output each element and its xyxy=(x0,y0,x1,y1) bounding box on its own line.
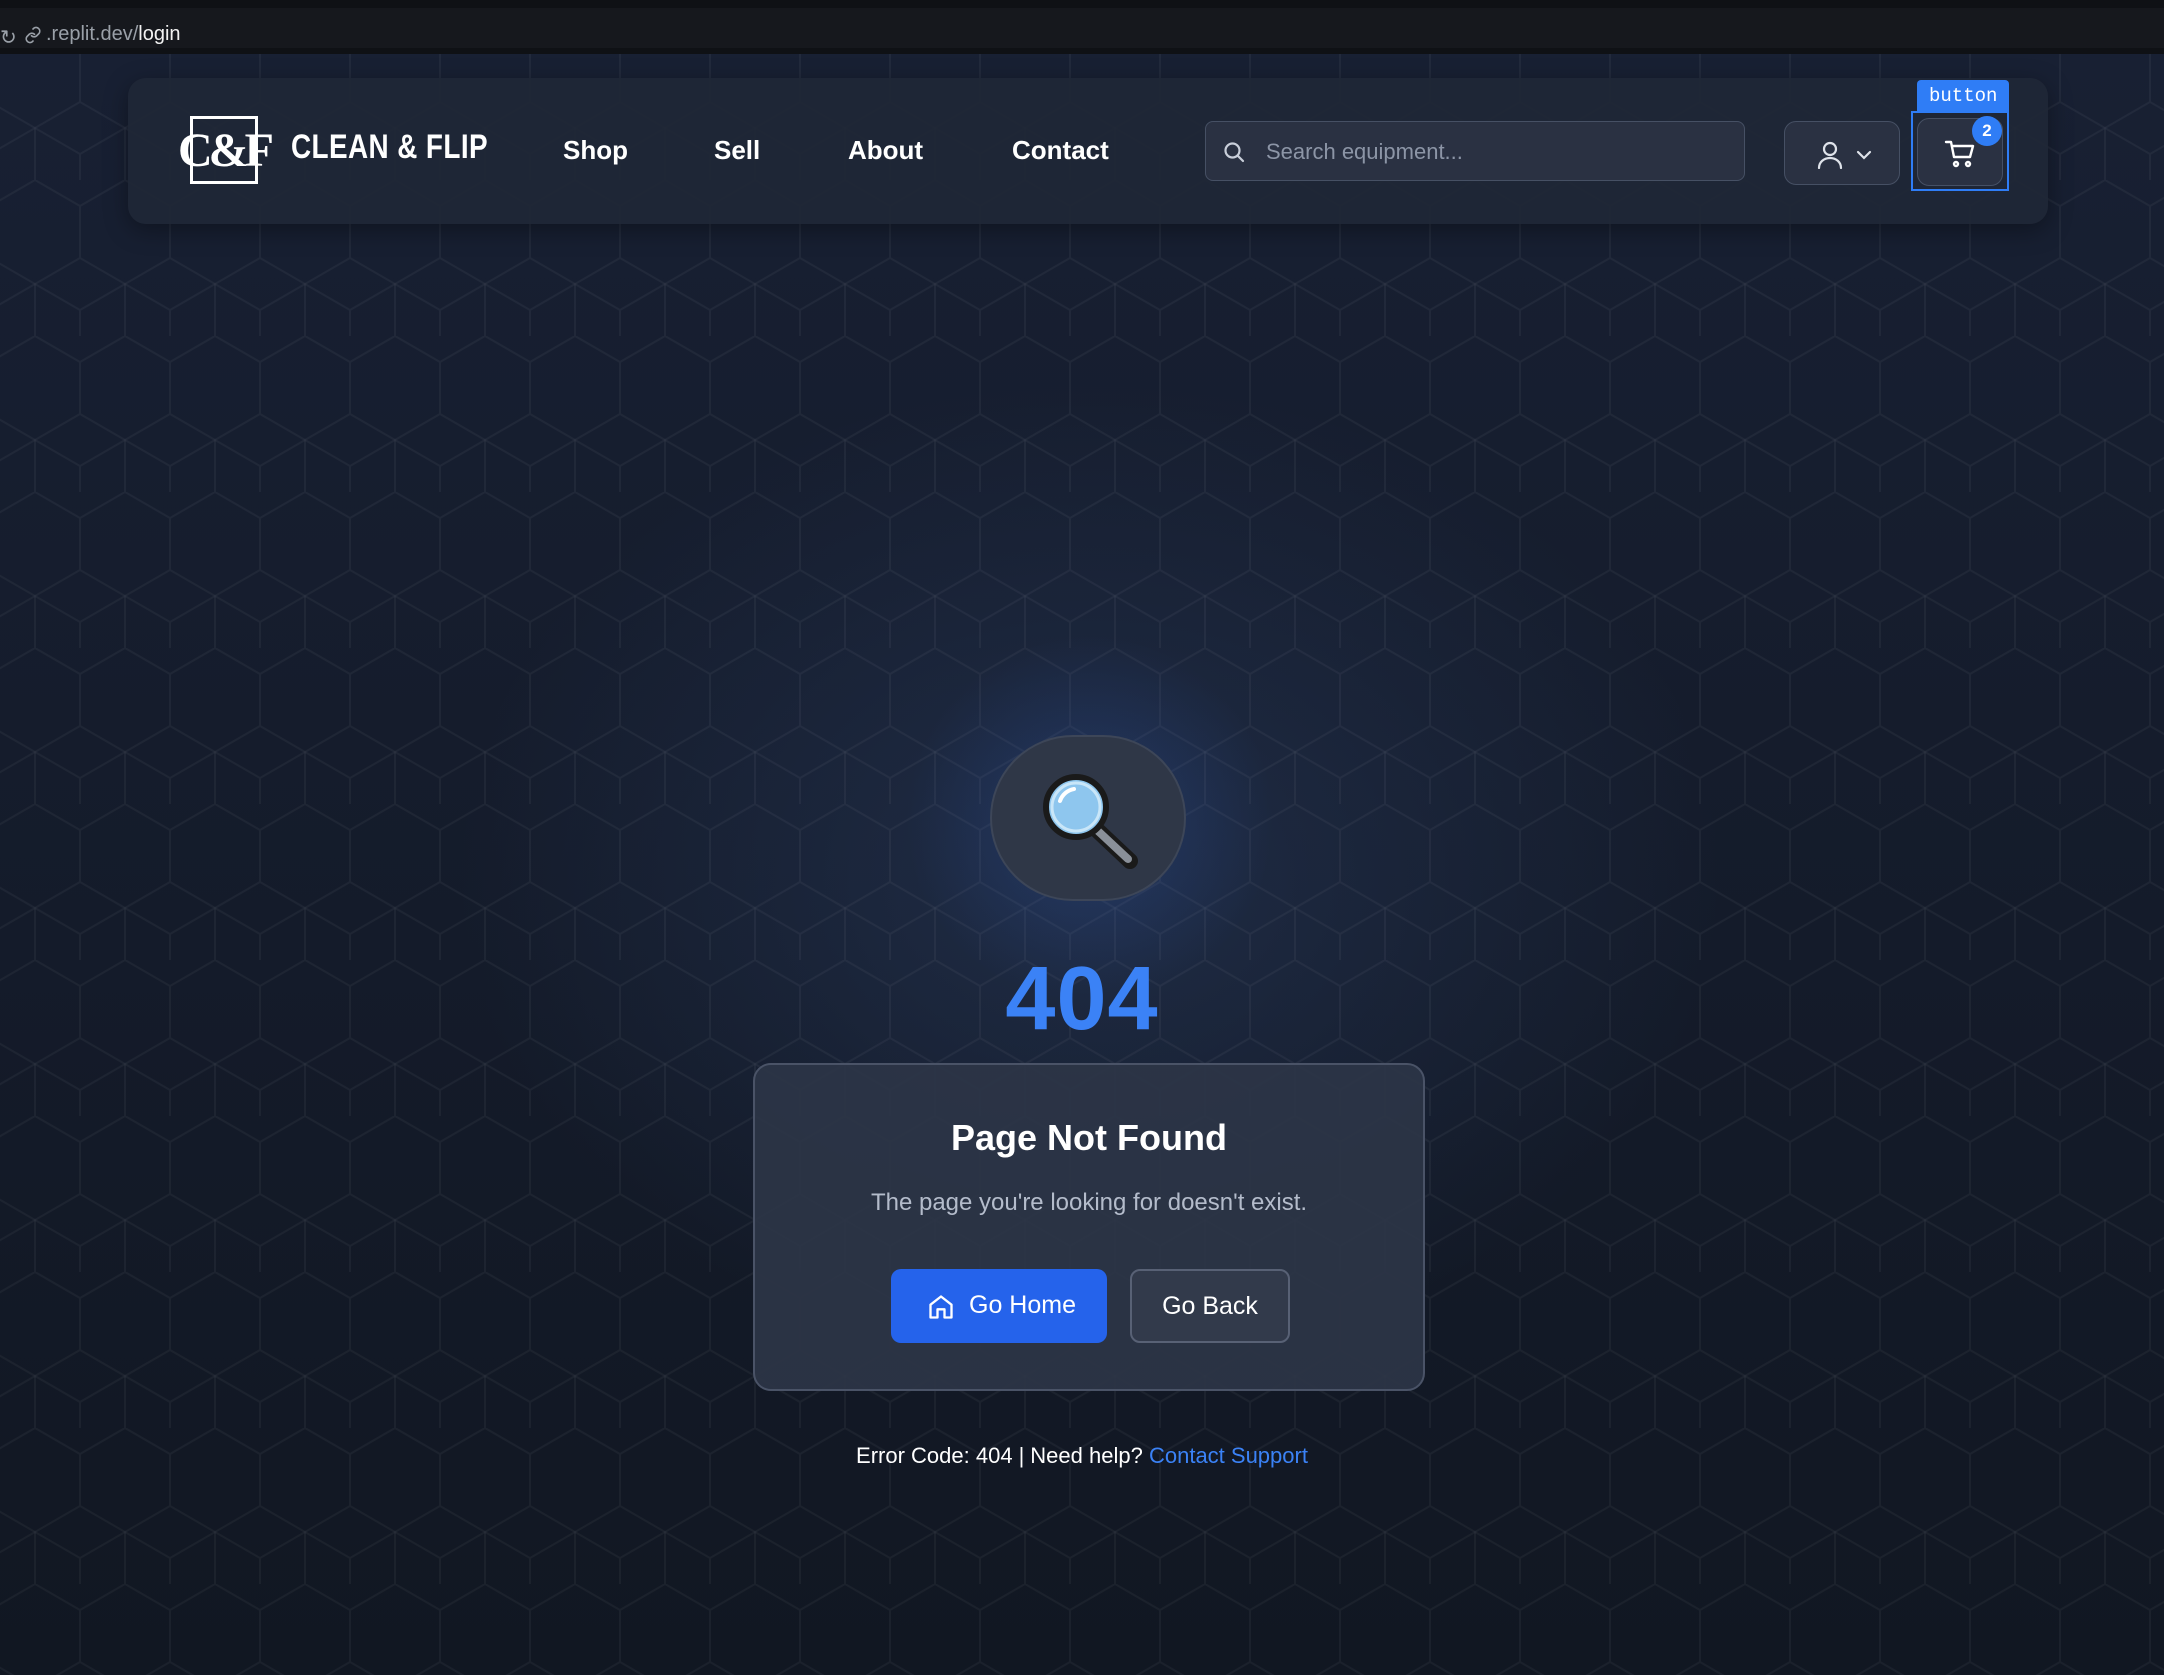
go-back-button[interactable]: Go Back xyxy=(1130,1269,1290,1343)
go-home-button[interactable]: Go Home xyxy=(891,1269,1107,1343)
go-back-label: Go Back xyxy=(1162,1292,1258,1320)
reload-icon[interactable]: ↻ xyxy=(0,25,17,50)
error-card: Page Not Found The page you're looking f… xyxy=(753,1063,1425,1391)
inspector-tag: button xyxy=(1917,80,2010,112)
account-menu-button[interactable] xyxy=(1784,121,1900,185)
browser-address-bar: ↻ .replit.dev/login xyxy=(0,0,2164,55)
nav-about[interactable]: About xyxy=(848,135,923,166)
home-icon xyxy=(929,1295,953,1319)
page-title: Page Not Found xyxy=(951,1117,1227,1158)
separator: | xyxy=(1018,1443,1025,1468)
link-icon xyxy=(24,26,42,49)
url-field[interactable]: ↻ .replit.dev/login xyxy=(0,8,2164,50)
url-text: .replit.dev/login xyxy=(46,23,181,45)
search-input[interactable]: Search equipment... xyxy=(1205,121,1745,181)
cart-count-badge: 2 xyxy=(1972,116,2002,146)
logo[interactable]: C&F xyxy=(178,116,274,184)
user-icon xyxy=(1817,141,1843,174)
error-code-text: Error Code: 404 xyxy=(856,1443,1013,1468)
search-icon xyxy=(1222,140,1246,169)
search-placeholder: Search equipment... xyxy=(1266,139,1463,164)
help-text: Need help? xyxy=(1030,1443,1143,1468)
go-home-label: Go Home xyxy=(969,1291,1076,1319)
magnifying-glass-icon xyxy=(1043,774,1138,869)
nav-sell[interactable]: Sell xyxy=(714,135,760,166)
cart-icon xyxy=(1944,139,1978,174)
nav-contact[interactable]: Contact xyxy=(1012,135,1109,166)
error-code-heading: 404 xyxy=(1005,949,1159,1049)
magnifier-badge xyxy=(990,735,1186,901)
chevron-down-icon xyxy=(1855,148,1873,166)
brand-name[interactable]: CLEAN & FLIP xyxy=(291,128,488,167)
error-footer: Error Code: 404 | Need help? Contact Suppo… xyxy=(0,1443,2164,1469)
contact-support-link[interactable]: Contact Support xyxy=(1149,1443,1308,1468)
nav-shop[interactable]: Shop xyxy=(563,135,628,166)
site-header: C&F CLEAN & FLIP Shop Sell About Contact… xyxy=(128,78,2048,224)
error-description: The page you're looking for doesn't exis… xyxy=(870,1189,1308,1216)
